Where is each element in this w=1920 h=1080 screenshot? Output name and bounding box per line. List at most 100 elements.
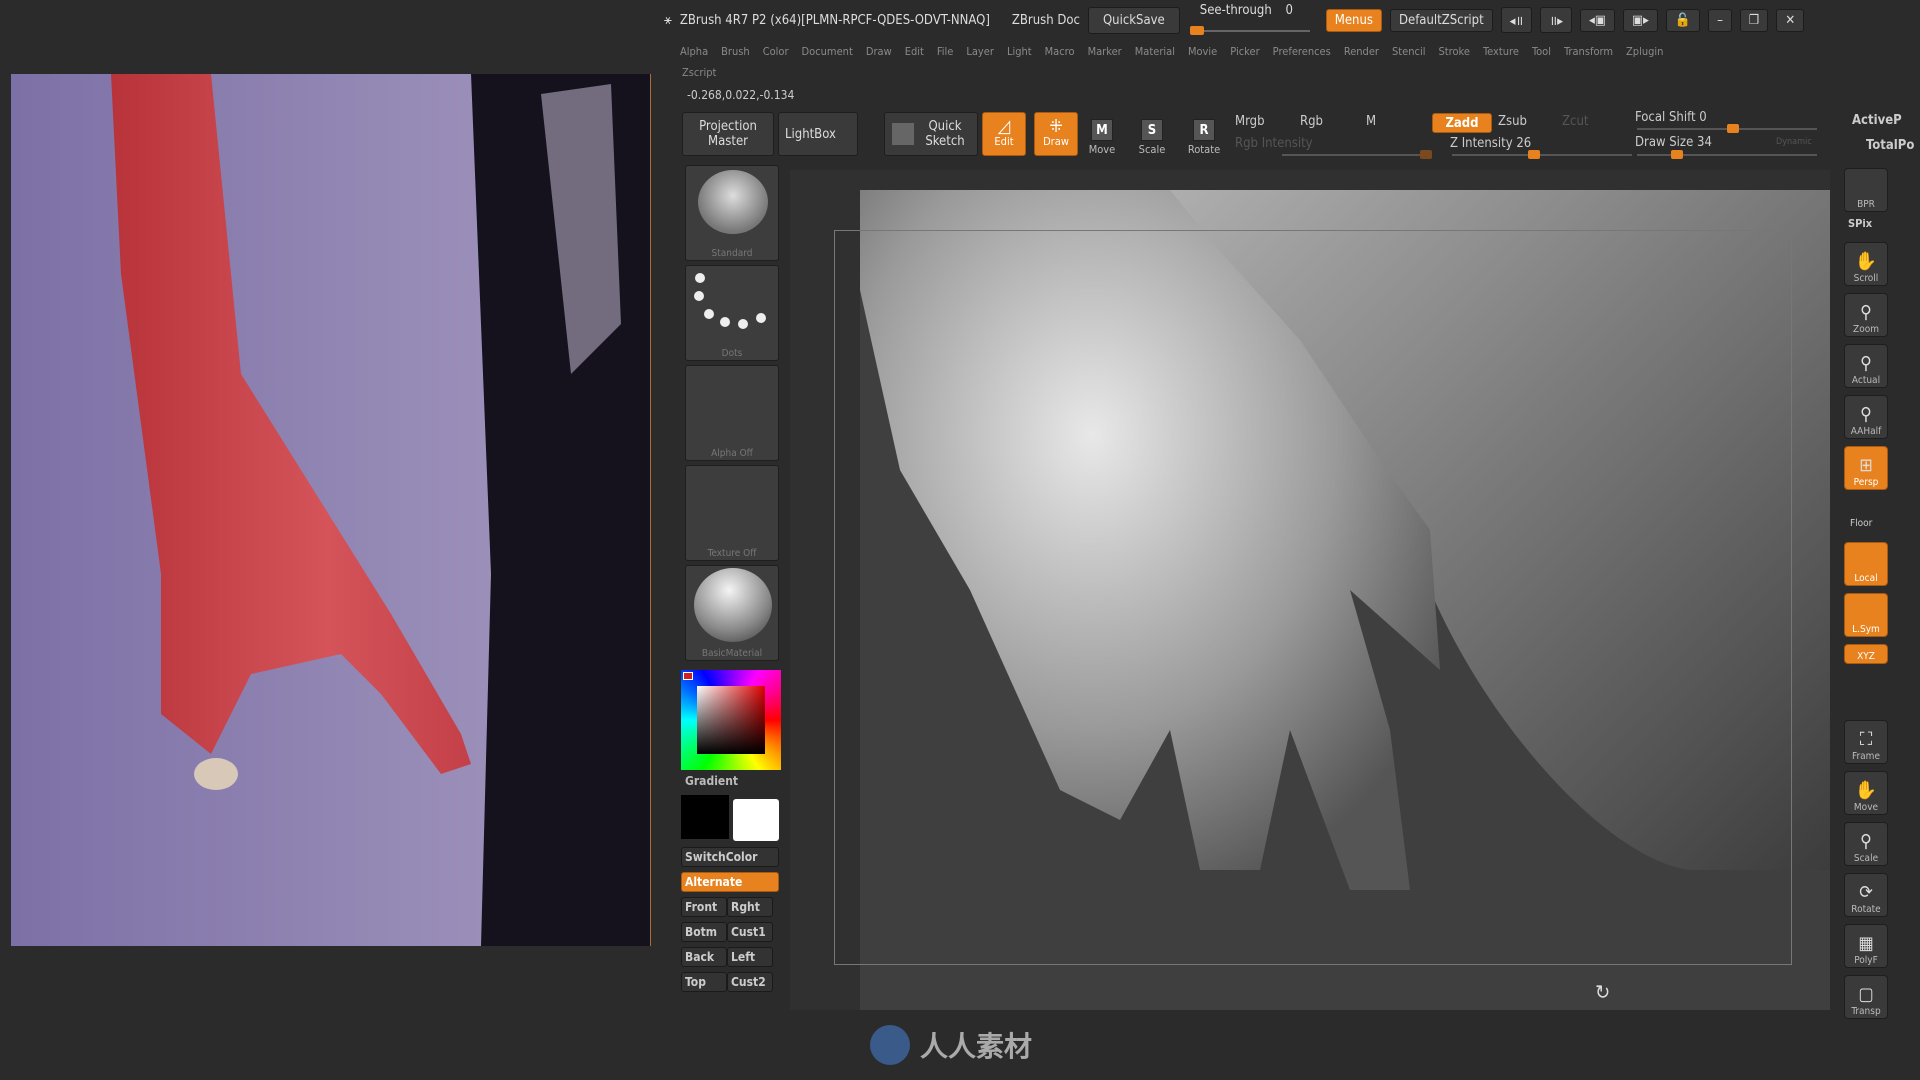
scale-icon: S <box>1141 119 1163 141</box>
expand-ui-button[interactable]: ॥▸ <box>1540 7 1572 33</box>
brush-selector[interactable]: Standard <box>685 165 779 261</box>
stroke-selector[interactable]: Dots <box>685 265 779 361</box>
label-button[interactable]: ▦ PolyF <box>1844 924 1888 968</box>
secondary-color-white[interactable] <box>733 799 779 841</box>
menu-tool[interactable]: Tool <box>1532 45 1551 58</box>
scale-button[interactable]: S Scale <box>1132 114 1172 156</box>
mrgb-button[interactable]: Mrgb <box>1235 114 1265 129</box>
lsym-button[interactable]: L.Sym <box>1844 593 1888 637</box>
stroke-label: Dots <box>721 348 743 359</box>
m-button[interactable]: M <box>1366 114 1376 129</box>
rotate-button[interactable]: R Rotate <box>1184 114 1224 156</box>
switch-color-button[interactable]: SwitchColor <box>681 847 779 867</box>
label-button[interactable]: ⚲ AAHalf <box>1844 395 1888 439</box>
menu-alpha[interactable]: Alpha <box>680 45 708 58</box>
default-zscript-button[interactable]: DefaultZScript <box>1389 8 1493 32</box>
menu-file[interactable]: File <box>937 45 953 58</box>
label-button[interactable]: ⟳ Rotate <box>1844 873 1888 917</box>
minimize-button[interactable]: – <box>1708 8 1732 32</box>
alternate-button[interactable]: Alternate <box>681 872 779 892</box>
restore-button[interactable]: ❐ <box>1739 8 1769 32</box>
lock-icon[interactable]: 🔓 <box>1665 8 1701 32</box>
zcut-button[interactable]: Zcut <box>1562 114 1588 129</box>
menu-color[interactable]: Color <box>763 45 789 58</box>
secondary-color-black[interactable] <box>681 795 729 839</box>
move-button[interactable]: M Move <box>1082 114 1122 156</box>
focal-shift-slider[interactable] <box>1637 124 1817 133</box>
menu-zplugin[interactable]: Zplugin <box>1626 45 1663 58</box>
zadd-button[interactable]: Zadd <box>1432 113 1492 133</box>
menu-macro[interactable]: Macro <box>1045 45 1075 58</box>
gradient-label[interactable]: Gradient <box>685 774 738 788</box>
menu-edit[interactable]: Edit <box>905 45 924 58</box>
menus-button[interactable]: Menus <box>1325 8 1382 32</box>
rgb-intensity-slider[interactable] <box>1282 150 1432 159</box>
label-button[interactable]: ⚲ Zoom <box>1844 293 1888 337</box>
main-color-swatch[interactable] <box>683 672 693 680</box>
label-button[interactable]: ⚲ Actual <box>1844 344 1888 388</box>
view-cust2-button[interactable]: Cust2 <box>727 972 773 992</box>
layout-prev-button[interactable]: ◂▣ <box>1580 8 1615 32</box>
xyz-button[interactable]: XYZ <box>1844 644 1888 664</box>
draw-button[interactable]: ⁜ Draw <box>1034 112 1078 156</box>
button-label: Zoom <box>1853 324 1879 335</box>
bpr-label: BPR <box>1857 199 1875 210</box>
texture-selector[interactable]: Texture Off <box>685 465 779 561</box>
menu-stroke[interactable]: Stroke <box>1438 45 1469 58</box>
menu-brush[interactable]: Brush <box>721 45 750 58</box>
label-button[interactable]: ▢ Transp <box>1844 975 1888 1019</box>
zsub-button[interactable]: Zsub <box>1498 114 1527 129</box>
menu-light[interactable]: Light <box>1007 45 1032 58</box>
color-square[interactable] <box>697 686 765 754</box>
menu-picker[interactable]: Picker <box>1230 45 1259 58</box>
label-button[interactable]: ⊞ Persp <box>1844 446 1888 490</box>
bpr-button[interactable]: BPR <box>1844 168 1888 212</box>
see-through-slider[interactable]: See-through 0 <box>1188 3 1318 37</box>
menu-stencil[interactable]: Stencil <box>1392 45 1425 58</box>
label-button[interactable]: ⛶ Frame <box>1844 720 1888 764</box>
layout-next-button[interactable]: ▣▸ <box>1622 8 1658 32</box>
material-selector[interactable]: BasicMaterial <box>685 565 779 661</box>
alpha-selector[interactable]: Alpha Off <box>685 365 779 461</box>
menu-layer[interactable]: Layer <box>966 45 994 58</box>
local-button[interactable]: Local <box>1844 542 1888 586</box>
label-button[interactable]: ✋ Move <box>1844 771 1888 815</box>
edit-button[interactable]: ◿ Edit <box>982 112 1026 156</box>
menu-render[interactable]: Render <box>1344 45 1379 58</box>
magnifier-icon: ⚲ <box>1860 302 1872 323</box>
view-rght-button[interactable]: Rght <box>727 897 773 917</box>
dynamic-button[interactable]: Dynamic <box>1776 137 1812 147</box>
shrink-ui-button[interactable]: ◂॥ <box>1500 7 1533 33</box>
view-left-button[interactable]: Left <box>727 947 773 967</box>
view-back-button[interactable]: Back <box>681 947 727 967</box>
menu-document[interactable]: Document <box>802 45 853 58</box>
floor-button[interactable]: Floor <box>1850 518 1872 529</box>
view-front-button[interactable]: Front <box>681 897 727 917</box>
view-botm-button[interactable]: Botm <box>681 922 727 942</box>
menu-movie[interactable]: Movie <box>1188 45 1217 58</box>
menu-material[interactable]: Material <box>1135 45 1175 58</box>
view-top-button[interactable]: Top <box>681 972 727 992</box>
menu-preferences[interactable]: Preferences <box>1273 45 1331 58</box>
rotate-icon: R <box>1193 119 1215 141</box>
spix-slider[interactable]: SPix <box>1848 217 1872 230</box>
lightbox-button[interactable]: LightBox <box>778 112 858 156</box>
draw-size-slider[interactable] <box>1637 150 1817 159</box>
label-button[interactable]: ⚲ Scale <box>1844 822 1888 866</box>
see-through-label: See-through <box>1199 3 1272 18</box>
quick-sketch-button[interactable]: Quick Sketch <box>884 112 978 156</box>
color-picker[interactable] <box>681 670 781 770</box>
menu-transform[interactable]: Transform <box>1564 45 1613 58</box>
view-cust1-button[interactable]: Cust1 <box>727 922 773 942</box>
menu-marker[interactable]: Marker <box>1088 45 1122 58</box>
close-button[interactable]: ✕ <box>1776 8 1805 32</box>
menu-texture[interactable]: Texture <box>1483 45 1519 58</box>
projection-master-button[interactable]: Projection Master <box>682 112 774 156</box>
rgb-button[interactable]: Rgb <box>1300 114 1323 129</box>
quicksave-button[interactable]: QuickSave <box>1087 6 1180 34</box>
menu-draw[interactable]: Draw <box>866 45 892 58</box>
menu-zscript[interactable]: Zscript <box>682 66 716 79</box>
label-button[interactable]: ✋ Scroll <box>1844 242 1888 286</box>
z-intensity-slider[interactable] <box>1452 150 1632 159</box>
rgb-intensity-label: Rgb Intensity <box>1235 136 1313 151</box>
